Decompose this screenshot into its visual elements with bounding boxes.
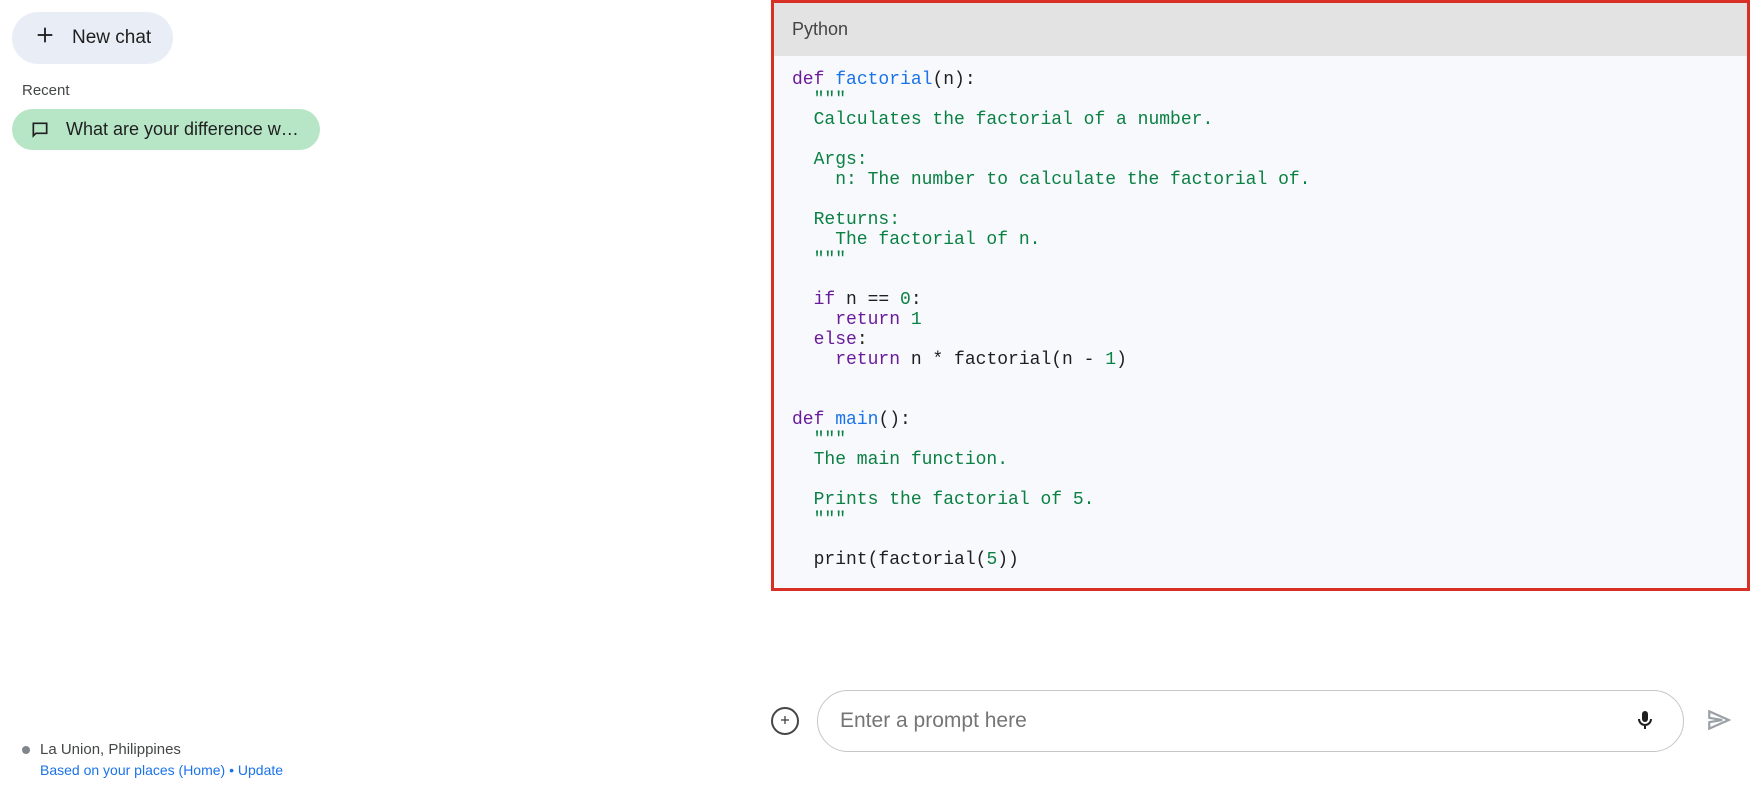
plus-circle-icon [777, 712, 793, 731]
recent-label: Recent [22, 82, 332, 99]
main-content: Python def factorial(n): """ Calculates … [344, 0, 1760, 786]
sidebar-item-chat[interactable]: What are your difference with ... [12, 109, 320, 150]
location-text: La Union, Philippines [40, 741, 181, 758]
chat-icon [30, 120, 50, 140]
new-chat-label: New chat [72, 27, 151, 49]
input-row [771, 690, 1736, 752]
sidebar-item-label: What are your difference with ... [66, 119, 302, 140]
mic-icon [1633, 720, 1657, 735]
new-chat-button[interactable]: New chat [12, 12, 173, 64]
code-content: def factorial(n): """ Calculates the fac… [774, 56, 1747, 588]
mic-button[interactable] [1629, 704, 1661, 739]
sidebar: New chat Recent What are your difference… [0, 0, 344, 786]
prompt-box[interactable] [817, 690, 1684, 752]
send-icon [1706, 721, 1732, 736]
code-block: Python def factorial(n): """ Calculates … [771, 0, 1750, 591]
location-sub[interactable]: Based on your places (Home) • Update [40, 762, 332, 778]
plus-icon [34, 24, 56, 52]
prompt-input[interactable] [840, 709, 1629, 733]
location-dot-icon [22, 746, 30, 754]
code-language-label: Python [774, 3, 1747, 56]
sidebar-footer: La Union, Philippines Based on your plac… [12, 741, 332, 778]
add-button[interactable] [771, 707, 799, 735]
send-button[interactable] [1702, 703, 1736, 740]
location-row: La Union, Philippines [22, 741, 332, 758]
